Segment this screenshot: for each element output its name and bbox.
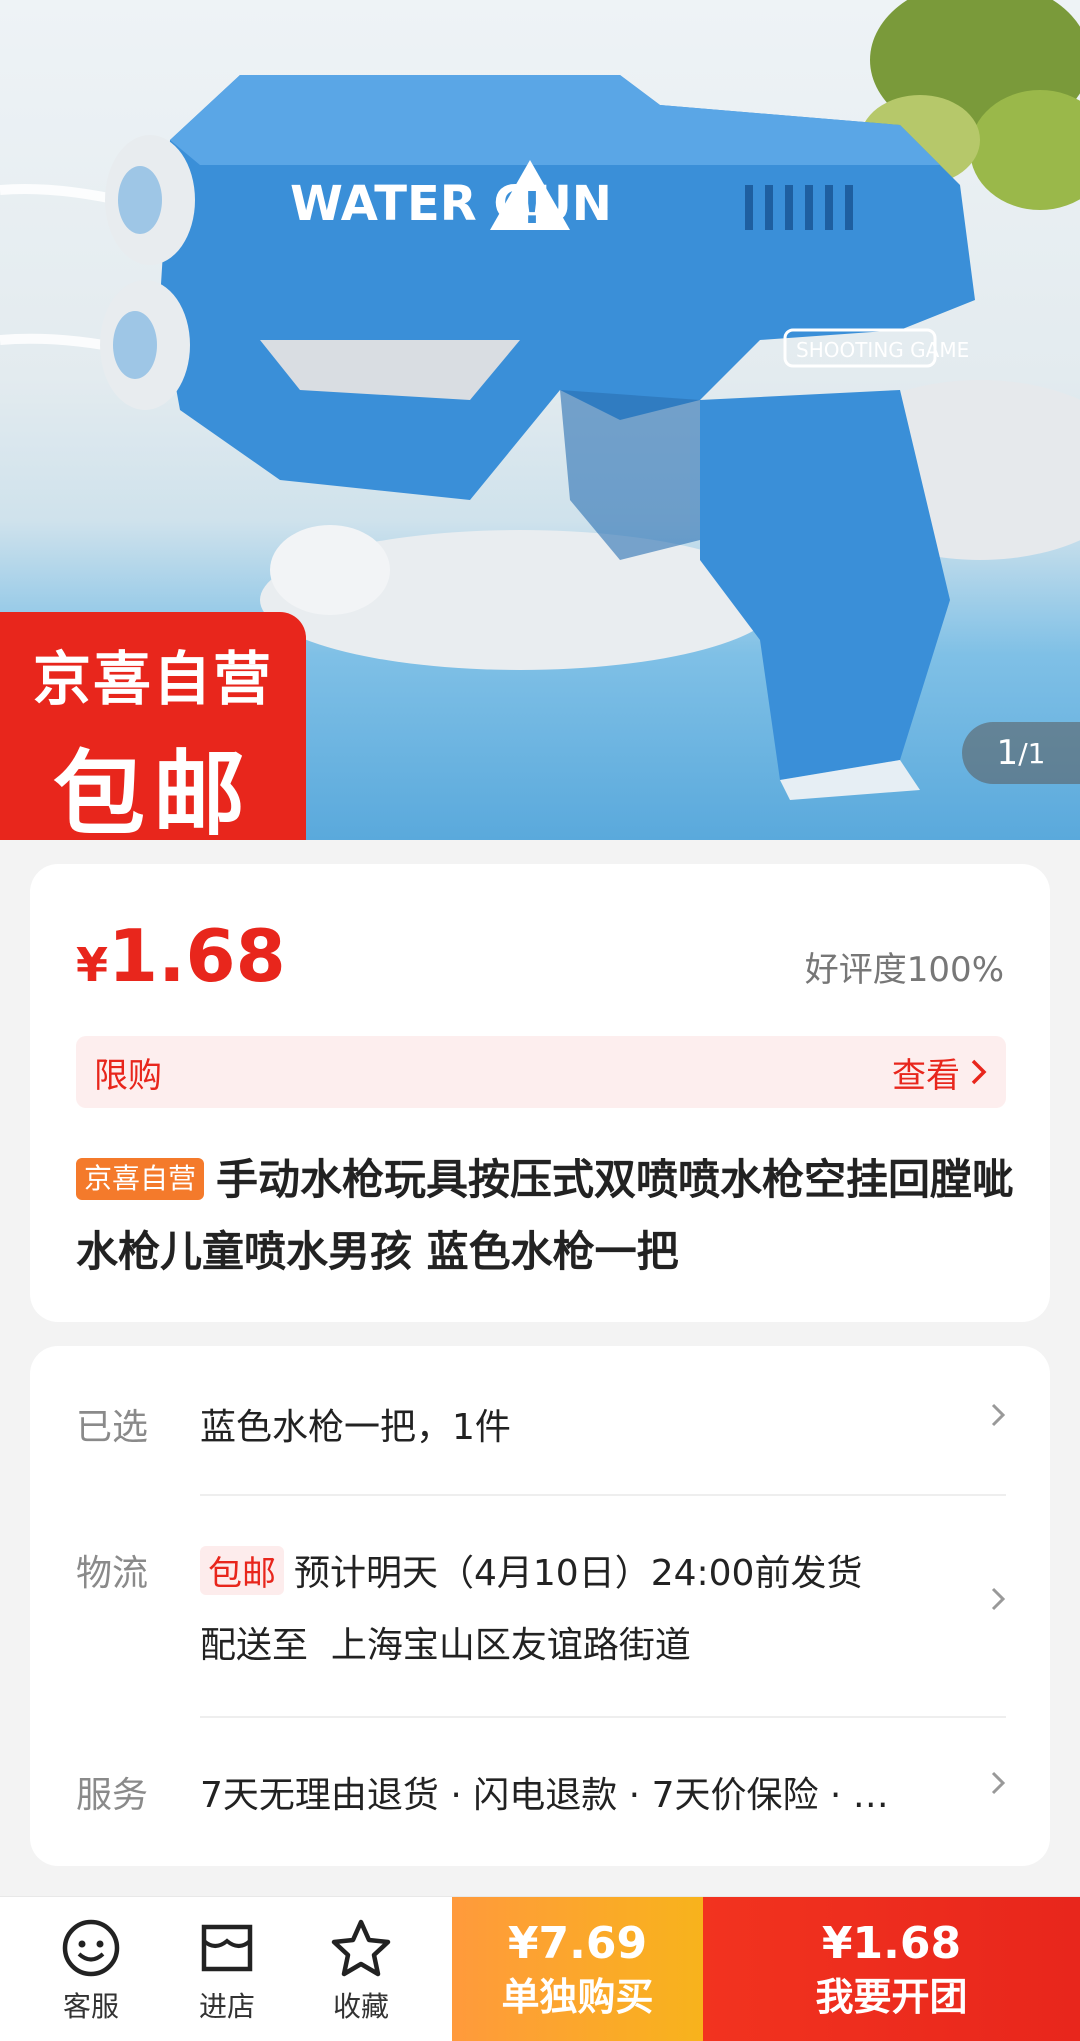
image-pager: 1/1 — [962, 722, 1080, 784]
favorite-button[interactable]: 收藏 — [306, 1915, 416, 2025]
badge-line1: 京喜自营 — [32, 645, 273, 713]
divider — [200, 1494, 1006, 1496]
gun-subtext: SHOOTING GAME — [796, 338, 969, 362]
product-title-text: 手动水枪玩具按压式双喷喷水枪空挂回膛呲水枪儿童喷水男孩 蓝色水枪一把 — [76, 1155, 1015, 1276]
buy-alone-button[interactable]: ¥7.69 单独购买 — [452, 1897, 703, 2041]
purchase-limit-bar[interactable]: 限购 查看 — [76, 1036, 1006, 1108]
product-info-card: ¥1.68 好评度100% 限购 查看 京喜自营 手动水枪玩具按压式双喷喷水枪空挂… — [30, 864, 1050, 1322]
jingxi-free-shipping-badge: 京喜自营 包邮 — [0, 612, 306, 840]
deliver-to-value: 上海宝山区友谊路街道 — [330, 1625, 691, 1666]
star-icon — [306, 1915, 416, 1981]
product-details-card: 已选 蓝色水枪一把，1件 物流 包邮 预计明天（4月10日）24:00前发货 配送… — [30, 1346, 1050, 1866]
divider — [200, 1716, 1006, 1718]
group-buy-price: ¥1.68 — [821, 1917, 962, 1969]
selected-value: 蓝色水枪一把，1件 — [200, 1407, 511, 1448]
self-operated-tag: 京喜自营 — [76, 1158, 205, 1200]
chevron-right-icon — [990, 1766, 1006, 1807]
favorite-label: 收藏 — [332, 1990, 389, 2023]
service-label: 服务 — [76, 1775, 149, 1816]
store-icon — [172, 1915, 282, 1981]
deliver-to-label: 配送至 — [200, 1625, 309, 1666]
buy-alone-label: 单独购买 — [501, 1974, 654, 2019]
enter-store-label: 进店 — [198, 1990, 255, 2023]
delivery-address: 配送至 上海宝山区友谊路街道 — [200, 1616, 691, 1668]
logistics-value: 包邮 预计明天（4月10日）24:00前发货 — [200, 1544, 862, 1596]
product-price: ¥1.68 — [76, 914, 286, 998]
view-label: 查看 — [892, 1055, 960, 1096]
logistics-row[interactable]: 物流 包邮 预计明天（4月10日）24:00前发货 配送至 上海宝山区友谊路街道 — [76, 1544, 1006, 1684]
pager-current: 1 — [996, 733, 1019, 773]
logistics-label: 物流 — [76, 1553, 149, 1594]
service-value: 7天无理由退货 · 闪电退款 · 7天价保险 · … — [200, 1775, 889, 1816]
chevron-right-icon — [990, 1398, 1006, 1439]
product-image-carousel[interactable]: WATER GUN ! SHOOTING GAME 京喜自营 包邮 1/1 — [0, 0, 1080, 840]
chevron-right-icon — [990, 1582, 1006, 1623]
price-currency: ¥ — [76, 938, 109, 992]
service-row[interactable]: 服务 7天无理由退货 · 闪电退款 · 7天价保险 · … — [76, 1766, 1006, 1826]
rating-text: 好评度100% — [804, 950, 1004, 990]
buy-alone-price: ¥7.69 — [507, 1917, 648, 1969]
selected-spec-row[interactable]: 已选 蓝色水枪一把，1件 — [76, 1398, 1006, 1458]
selected-label: 已选 — [76, 1407, 149, 1448]
group-buy-label: 我要开团 — [815, 1974, 968, 2019]
bottom-action-bar: 客服 进店 收藏 ¥7.69 单独购买 ¥1.68 我要开团 — [0, 1896, 1080, 2041]
pager-total: /1 — [1018, 736, 1046, 770]
free-shipping-tag: 包邮 — [200, 1546, 284, 1595]
price-value: 1.68 — [108, 914, 286, 998]
product-title: 京喜自营 手动水枪玩具按压式双喷喷水枪空挂回膛呲水枪儿童喷水男孩 蓝色水枪一把 — [76, 1144, 1016, 1288]
enter-store-button[interactable]: 进店 — [172, 1915, 282, 2025]
view-limit-link[interactable]: 查看 — [892, 1048, 988, 1097]
customer-service-icon — [36, 1915, 146, 1981]
customer-service-button[interactable]: 客服 — [36, 1915, 146, 2025]
start-group-buy-button[interactable]: ¥1.68 我要开团 — [703, 1897, 1080, 2041]
chevron-right-icon — [971, 1059, 987, 1085]
svg-text:!: ! — [522, 183, 542, 234]
badge-line2: 包邮 — [52, 741, 253, 840]
ship-estimate: 预计明天（4月10日）24:00前发货 — [294, 1553, 863, 1594]
customer-service-label: 客服 — [62, 1990, 119, 2023]
limit-label: 限购 — [94, 1055, 162, 1096]
